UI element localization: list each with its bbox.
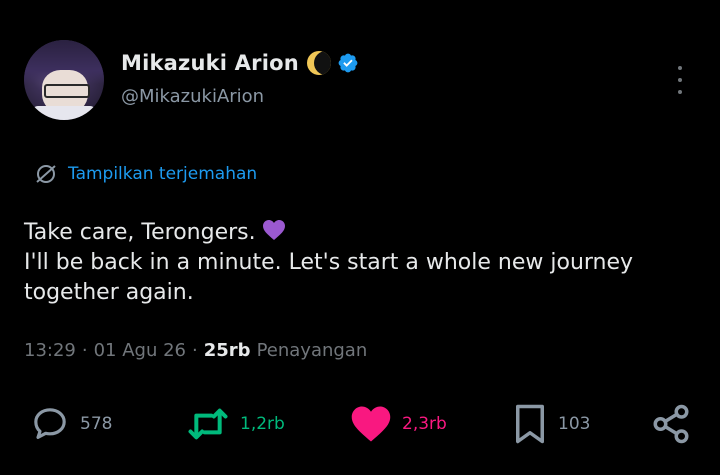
dot-icon xyxy=(678,66,682,70)
like-button[interactable]: 2,3rb xyxy=(350,402,447,446)
tweet-text: Take care, Terongers. I'll be back in a … xyxy=(24,218,704,308)
translate-label[interactable]: Tampilkan terjemahan xyxy=(68,164,257,184)
share-icon xyxy=(653,404,689,444)
tweet-date[interactable]: 01 Agu 26 xyxy=(94,340,186,361)
bookmark-button[interactable]: 103 xyxy=(512,402,590,446)
bookmark-count: 103 xyxy=(558,414,591,434)
tweet-line-text: Take care, Terongers. xyxy=(24,220,256,245)
avatar[interactable] xyxy=(24,40,104,120)
translate-button[interactable]: Tampilkan terjemahan xyxy=(34,162,257,186)
reply-count: 578 xyxy=(80,414,113,434)
reply-button[interactable]: 578 xyxy=(30,402,112,446)
retweet-button[interactable]: 1,2rb xyxy=(186,402,285,446)
globe-icon xyxy=(36,165,56,183)
meta-separator: · xyxy=(81,340,88,361)
meta-separator: · xyxy=(192,340,198,361)
more-options-button[interactable] xyxy=(672,66,688,94)
purple-heart-icon xyxy=(262,220,285,240)
tweet-time[interactable]: 13:29 xyxy=(24,340,76,361)
tweet-line: Take care, Terongers. xyxy=(24,218,704,248)
heart-icon xyxy=(351,406,391,442)
share-button[interactable] xyxy=(650,402,692,446)
bookmark-icon xyxy=(516,404,544,444)
display-name[interactable]: Mikazuki Arion xyxy=(121,51,299,75)
avatar-glasses xyxy=(44,84,90,98)
retweet-icon xyxy=(188,408,228,440)
crescent-moon-icon xyxy=(306,51,331,75)
author-name-row[interactable]: Mikazuki Arion xyxy=(121,49,359,77)
dot-icon xyxy=(678,90,682,94)
retweet-count: 1,2rb xyxy=(240,414,285,434)
tweet-line: together again. xyxy=(24,280,194,305)
dot-icon xyxy=(678,78,682,82)
author-handle[interactable]: @MikazukiArion xyxy=(121,86,264,107)
tweet-meta: 13:29 · 01 Agu 26 · 25rb Penayangan xyxy=(24,340,367,361)
avatar-collar xyxy=(32,106,96,120)
verified-badge-icon[interactable] xyxy=(337,52,359,74)
views-label[interactable]: Penayangan xyxy=(257,340,368,361)
reply-icon xyxy=(34,408,66,439)
tweet-line: I'll be back in a minute. Let's start a … xyxy=(24,250,634,275)
views-count[interactable]: 25rb xyxy=(204,340,251,361)
like-count: 2,3rb xyxy=(402,414,447,434)
